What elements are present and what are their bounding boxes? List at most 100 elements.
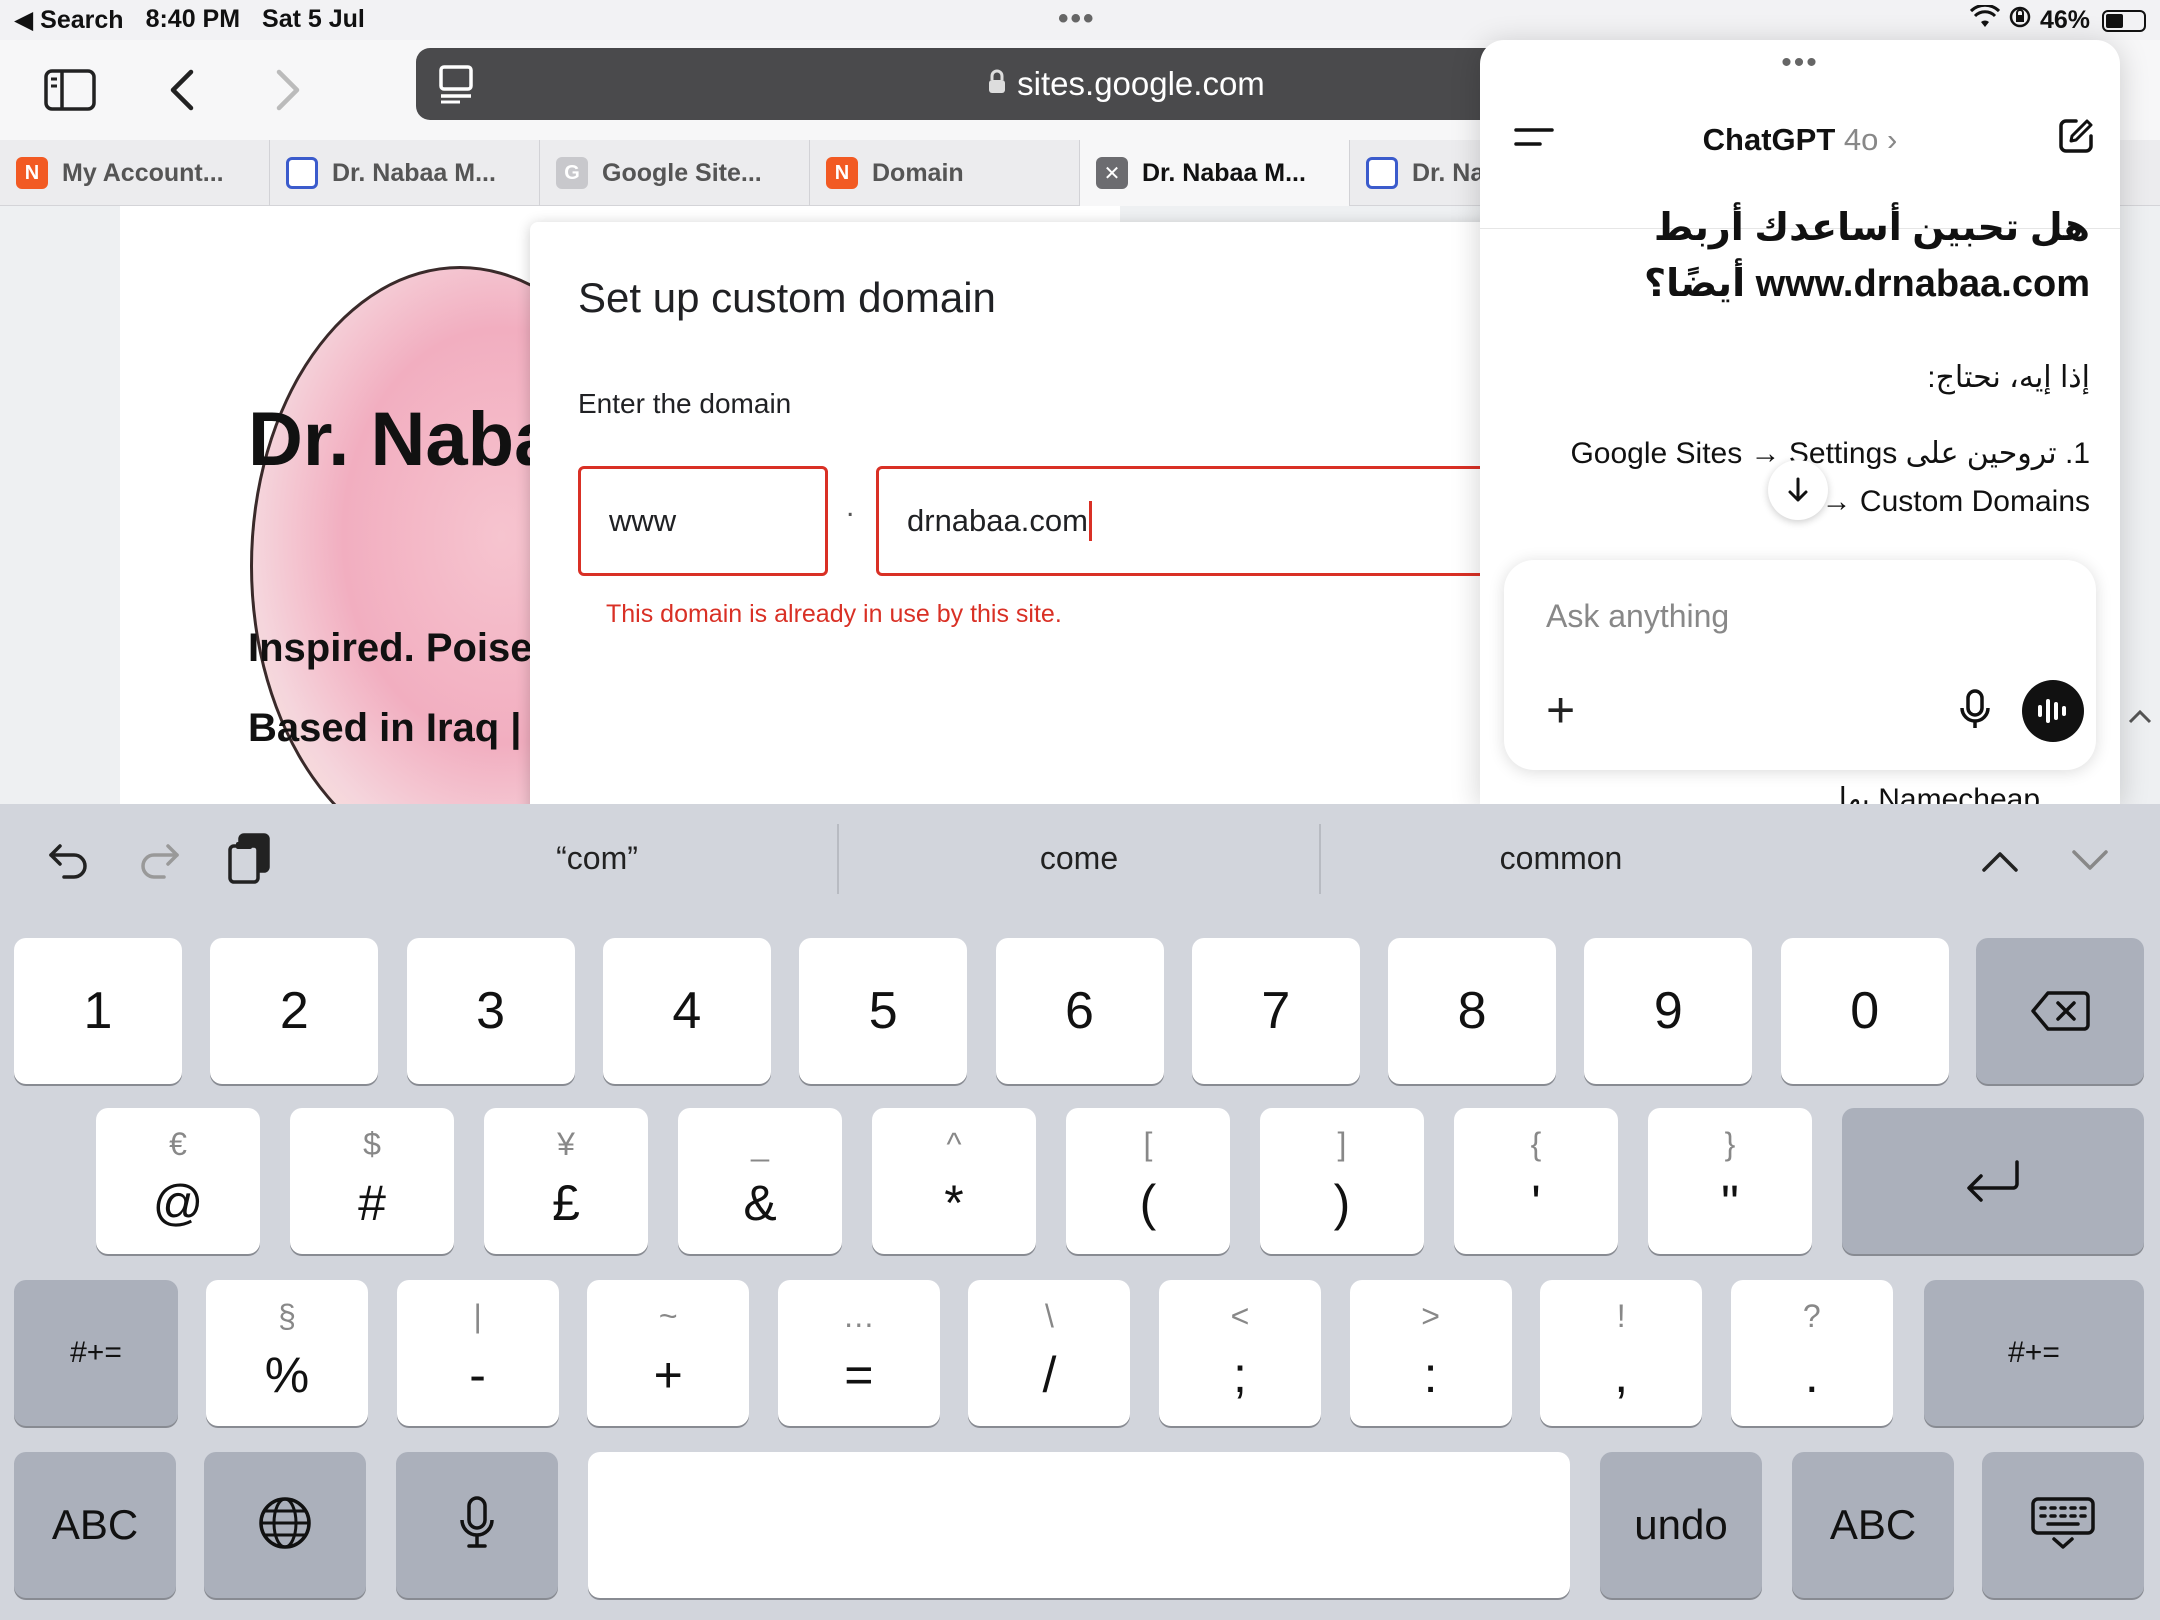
chevron-up-icon[interactable]	[2120, 696, 2160, 736]
subdomain-input[interactable]: www	[578, 466, 828, 576]
redo-arrow-icon[interactable]	[138, 838, 182, 887]
multitasking-dots[interactable]: •••	[1058, 2, 1096, 36]
dictation-mic-icon[interactable]	[1958, 688, 1992, 737]
key-4[interactable]: 4	[602, 938, 771, 1084]
symbol-key[interactable]: !,	[1540, 1280, 1703, 1426]
key-alt-label: <	[1230, 1298, 1250, 1334]
symbol-key[interactable]: € @	[96, 1108, 260, 1254]
symbol-key[interactable]: … =	[777, 1280, 940, 1426]
key-label: #+=	[2008, 1336, 2060, 1369]
key-label: =	[844, 1347, 874, 1403]
more-symbols-key-left[interactable]: #+=	[14, 1280, 178, 1426]
key-7[interactable]: 7	[1191, 938, 1360, 1084]
namecheap-favicon-icon: N	[826, 157, 858, 189]
new-chat-icon[interactable]	[2056, 116, 2096, 161]
paste-clipboard-icon[interactable]	[226, 832, 272, 891]
subdomain-value: www	[609, 503, 677, 538]
symbol-key[interactable]: ?.	[1730, 1280, 1893, 1426]
key-alt-label: $	[363, 1126, 381, 1162]
key-label: £	[552, 1175, 580, 1231]
symbol-key[interactable]: >:	[1349, 1280, 1512, 1426]
key-label: 1	[83, 982, 113, 1040]
key-0[interactable]: 0	[1780, 938, 1949, 1084]
suggestion-3[interactable]: common	[1321, 840, 1801, 877]
model-selector[interactable]: ChatGPT 4o ›	[1480, 122, 2120, 158]
attach-plus-icon[interactable]: +	[1546, 685, 1575, 735]
google-sites-favicon-icon	[286, 157, 318, 189]
back-to-search[interactable]: ◀ Search	[14, 5, 124, 35]
symbol-key[interactable]: _ &	[678, 1108, 842, 1254]
undo-arrow-icon[interactable]	[46, 838, 90, 887]
battery-percent: 46%	[2039, 6, 2090, 34]
key-2[interactable]: 2	[210, 938, 379, 1084]
chat-composer[interactable]: Ask anything +	[1504, 560, 2096, 770]
key-8[interactable]: 8	[1388, 938, 1557, 1084]
symbol-key[interactable]: <;	[1159, 1280, 1321, 1426]
symbol-key[interactable]: {'	[1454, 1108, 1618, 1254]
symbol-key[interactable]: ~ +	[587, 1280, 750, 1426]
key-alt-label: >	[1421, 1298, 1440, 1334]
chevron-up-icon[interactable]	[1978, 846, 2022, 881]
symbol-key[interactable]: $ #	[290, 1108, 454, 1254]
symbol-key[interactable]: ])	[1260, 1108, 1424, 1254]
key-alt-label: {	[1530, 1126, 1542, 1162]
slideover-grabber[interactable]: •••	[1480, 46, 2120, 80]
scroll-down-icon[interactable]	[1768, 460, 1828, 520]
domain-error: This domain is already in use by this si…	[606, 600, 1062, 628]
key-label: .	[1804, 1347, 1819, 1403]
voice-mode-icon[interactable]	[2022, 680, 2084, 742]
tab-dr-nabaa-1[interactable]: Dr. Nabaa M...	[270, 140, 540, 206]
key-label: 3	[476, 982, 506, 1040]
close-tab-icon[interactable]: ✕	[1096, 157, 1128, 189]
suggestion-bar: “com” come common	[0, 804, 2160, 914]
dictation-key[interactable]	[396, 1452, 558, 1598]
tab-label: Dr. Nabaa M...	[1142, 158, 1306, 187]
suggestion-2[interactable]: come	[839, 840, 1319, 877]
key-5[interactable]: 5	[799, 938, 968, 1084]
key-3[interactable]: 3	[406, 938, 575, 1084]
symbol-key[interactable]: [(	[1066, 1108, 1230, 1254]
abc-key-left[interactable]: ABC	[14, 1452, 176, 1598]
back-arrow-icon[interactable]	[150, 58, 214, 122]
chevron-down-icon[interactable]	[2068, 846, 2112, 881]
key-6[interactable]: 6	[995, 938, 1164, 1084]
tab-domain[interactable]: N Domain	[810, 140, 1080, 206]
undo-key[interactable]: undo	[1600, 1452, 1762, 1598]
url-text: sites.google.com	[1017, 65, 1265, 102]
suggestion-1[interactable]: “com”	[357, 840, 837, 877]
globe-key[interactable]	[204, 1452, 366, 1598]
key-1[interactable]: 1	[14, 938, 182, 1084]
domain-input[interactable]: drnabaa.com	[876, 466, 1576, 576]
domain-separator: .	[846, 490, 855, 523]
symbol-key[interactable]: ^ *	[872, 1108, 1036, 1254]
sidebar-toggle-icon[interactable]	[38, 58, 102, 122]
symbol-key[interactable]: } "	[1648, 1108, 1812, 1254]
site-location: Based in Iraq |	[248, 706, 522, 750]
tab-dr-nabaa-active[interactable]: ✕ Dr. Nabaa M...	[1080, 140, 1350, 206]
return-key[interactable]	[1842, 1108, 2144, 1254]
domain-value: drnabaa.com	[907, 503, 1088, 538]
key-label: /	[1042, 1347, 1057, 1403]
abc-key-right[interactable]: ABC	[1792, 1452, 1954, 1598]
key-alt-label: _	[751, 1126, 769, 1162]
symbol-key[interactable]: ¥ £	[484, 1108, 648, 1254]
tab-label: Dr. Na	[1412, 158, 1485, 187]
dismiss-keyboard-key[interactable]	[1982, 1452, 2144, 1598]
chevron-right-icon: ›	[1887, 122, 1898, 157]
more-symbols-key-right[interactable]: #+=	[1924, 1280, 2144, 1426]
delete-key[interactable]	[1976, 938, 2144, 1084]
model-name: 4o	[1843, 122, 1879, 157]
space-bar[interactable]	[588, 1452, 1570, 1598]
custom-domain-dialog: Set up custom domain Enter the domain ww…	[530, 222, 1576, 804]
key-9[interactable]: 9	[1584, 938, 1753, 1084]
symbol-key[interactable]: §%	[206, 1280, 368, 1426]
chat-header: ChatGPT 4o ›	[1480, 100, 2120, 229]
key-label: 4	[672, 982, 702, 1040]
symbol-key[interactable]: | -	[396, 1280, 559, 1426]
forward-arrow-icon[interactable]	[256, 58, 320, 122]
symbol-key[interactable]: \ /	[968, 1280, 1131, 1426]
tab-google-sites[interactable]: G Google Site...	[540, 140, 810, 206]
address-bar[interactable]: sites.google.com	[416, 48, 1516, 120]
keyboard-dismiss-icon	[2030, 1496, 2096, 1555]
tab-my-account[interactable]: N My Account...	[0, 140, 270, 206]
